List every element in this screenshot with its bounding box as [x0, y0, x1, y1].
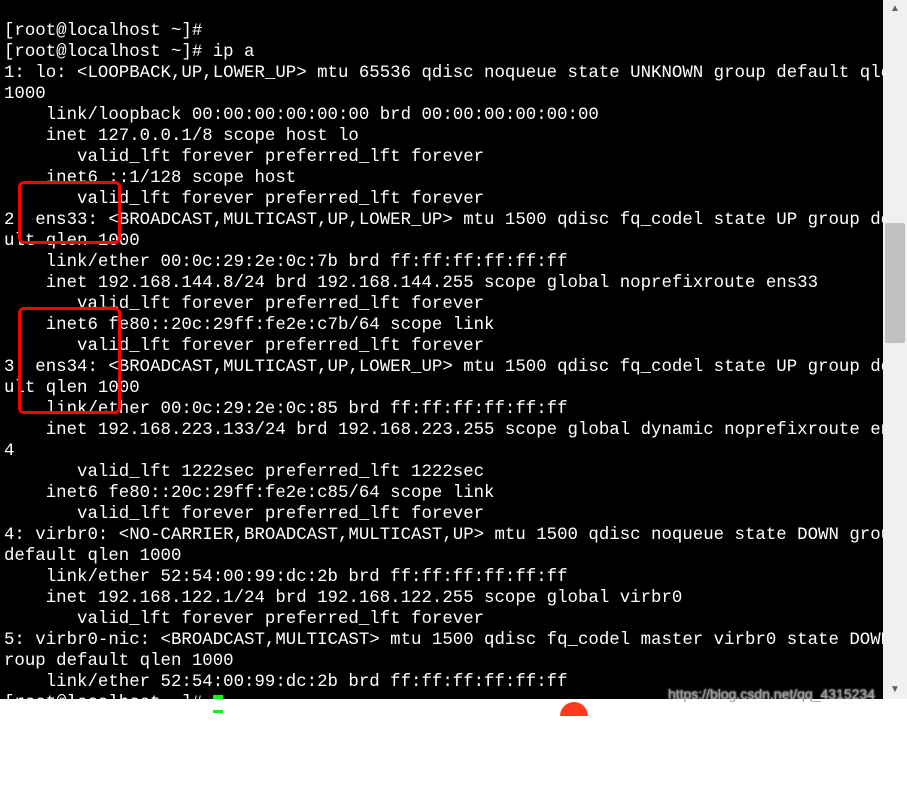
terminal-window[interactable]: [root@localhost ~]# [root@localhost ~]# …: [0, 0, 883, 699]
output-line: ult qlen 1000: [4, 379, 140, 398]
output-line: valid_lft forever preferred_lft forever: [4, 610, 484, 629]
red-blob-icon: [560, 702, 588, 716]
output-line: 1000: [4, 85, 46, 104]
output-line: inet 192.168.144.8/24 brd 192.168.144.25…: [4, 274, 818, 293]
chevron-down-icon: ▼: [890, 684, 900, 695]
output-line: default qlen 1000: [4, 547, 181, 566]
output-line: link/loopback 00:00:00:00:00:00 brd 00:0…: [4, 106, 599, 125]
output-line: valid_lft forever preferred_lft forever: [4, 295, 484, 314]
watermark-text: https://blog.csdn.net/qq_4315234: [668, 686, 875, 702]
output-line: 4: [4, 442, 14, 461]
output-line: inet 192.168.122.1/24 brd 192.168.122.25…: [4, 589, 682, 608]
scroll-thumb[interactable]: [885, 223, 905, 343]
scroll-track[interactable]: [883, 18, 907, 681]
chevron-up-icon: ▲: [890, 3, 900, 14]
output-line: 5: virbr0-nic: <BROADCAST,MULTICAST> mtu…: [4, 631, 907, 650]
scroll-down-button[interactable]: ▼: [883, 681, 907, 699]
output-line: valid_lft forever preferred_lft forever: [4, 190, 484, 209]
shell-prompt: [root@localhost ~]#: [4, 43, 213, 62]
output-line: link/ether 52:54:00:99:dc:2b brd ff:ff:f…: [4, 673, 568, 692]
output-line: inet6 fe80::20c:29ff:fe2e:c7b/64 scope l…: [4, 316, 505, 335]
output-line: inet 192.168.223.133/24 brd 192.168.223.…: [4, 421, 907, 440]
command-text: ip a: [213, 43, 255, 62]
output-line: valid_lft forever preferred_lft forever: [4, 148, 484, 167]
output-line: 2: ens33: <BROADCAST,MULTICAST,UP,LOWER_…: [4, 211, 907, 230]
output-line: valid_lft forever preferred_lft forever: [4, 505, 484, 524]
terminal-content: [root@localhost ~]# [root@localhost ~]# …: [0, 21, 883, 714]
scroll-up-button[interactable]: ▲: [883, 0, 907, 18]
output-line: valid_lft forever preferred_lft forever: [4, 337, 484, 356]
output-line: link/ether 00:0c:29:2e:0c:7b brd ff:ff:f…: [4, 253, 568, 272]
output-line: link/ether 52:54:00:99:dc:2b brd ff:ff:f…: [4, 568, 568, 587]
output-line: roup default qlen 1000: [4, 652, 234, 671]
output-line: inet 127.0.0.1/8 scope host lo: [4, 127, 359, 146]
output-line: ult qlen 1000: [4, 232, 140, 251]
output-line: 3: ens34: <BROADCAST,MULTICAST,UP,LOWER_…: [4, 358, 907, 377]
shell-prompt: [root@localhost ~]#: [4, 22, 202, 41]
output-line: 1: lo: <LOOPBACK,UP,LOWER_UP> mtu 65536 …: [4, 64, 907, 83]
output-line: inet6 fe80::20c:29ff:fe2e:c85/64 scope l…: [4, 484, 505, 503]
output-line: 4: virbr0: <NO-CARRIER,BROADCAST,MULTICA…: [4, 526, 907, 545]
output-line: inet6 ::1/128 scope host: [4, 169, 307, 188]
scrollbar[interactable]: ▲ ▼: [883, 0, 907, 699]
output-line: valid_lft 1222sec preferred_lft 1222sec: [4, 463, 484, 482]
output-line: link/ether 00:0c:29:2e:0c:85 brd ff:ff:f…: [4, 400, 568, 419]
